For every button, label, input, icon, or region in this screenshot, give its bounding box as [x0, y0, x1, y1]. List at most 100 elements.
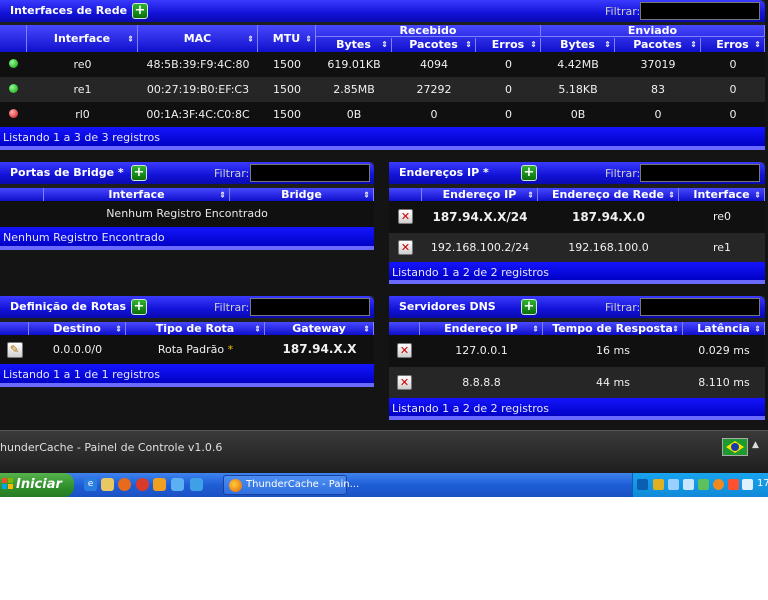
- routes-footer: Listando 1 a 1 de 1 registros: [0, 364, 374, 387]
- table-row[interactable]: re0 48:5B:39:F9:4C:80 1500 619.01KB 4094…: [0, 52, 765, 77]
- tray-arrow-icon[interactable]: [637, 479, 648, 490]
- delete-icon[interactable]: ✕: [398, 209, 413, 224]
- delete-icon[interactable]: ✕: [397, 343, 412, 358]
- cell-ip-address: 192.168.100.2/24: [430, 241, 530, 254]
- messenger-icon[interactable]: [190, 478, 203, 491]
- taskbar-window-button[interactable]: ThunderCache - Pain...: [223, 475, 359, 495]
- cell-dns-address: 127.0.0.1: [455, 344, 508, 357]
- col-destination[interactable]: Destino ⇕: [29, 322, 126, 335]
- security-shield-icon[interactable]: [653, 479, 664, 490]
- col-bridge[interactable]: Bridge ⇕: [230, 188, 374, 201]
- edit-icon[interactable]: ✎: [6, 342, 23, 358]
- cell-rx-packets: 4094: [420, 58, 448, 71]
- system-tray: 17:: [632, 473, 768, 497]
- add-interface-button[interactable]: +: [132, 3, 148, 19]
- network-icon[interactable]: [668, 479, 679, 490]
- desktop-icon[interactable]: [171, 478, 184, 491]
- cell-network-address: 192.168.100.0: [568, 241, 649, 254]
- display-icon[interactable]: [742, 479, 753, 490]
- cell-interface: rl0: [75, 108, 90, 121]
- interfaces-title: Interfaces de Rede: [10, 4, 128, 17]
- sort-icon: ⇕: [381, 40, 388, 49]
- interfaces-filter-input[interactable]: [640, 2, 760, 20]
- col-bridge-interface[interactable]: Interface ⇕: [44, 188, 230, 201]
- ie-icon[interactable]: e: [84, 478, 97, 491]
- table-row[interactable]: rl0 00:1A:3F:4C:C0:8C 1500 0B 0 0 0B 0 0: [0, 102, 765, 127]
- dns-title: Servidores DNS: [399, 300, 496, 313]
- col-rx-packets[interactable]: Pacotes ⇕: [392, 38, 476, 52]
- messenger-tray-icon[interactable]: [698, 479, 709, 490]
- cell-rx-packets: 27292: [416, 83, 452, 96]
- media-player-icon[interactable]: [153, 478, 166, 491]
- firefox-icon[interactable]: [118, 478, 131, 491]
- chrome-icon[interactable]: [136, 478, 149, 491]
- cell-rx-errors: 0: [505, 58, 512, 71]
- col-network-address[interactable]: Endereço de Rede ⇕: [538, 188, 679, 201]
- table-row[interactable]: ✕ 192.168.100.2/24 192.168.100.0 re1: [389, 233, 765, 262]
- bridge-header: Interface ⇕ Bridge ⇕: [0, 188, 374, 201]
- sort-icon: ⇕: [604, 40, 611, 49]
- col-gateway[interactable]: Gateway ⇕: [265, 322, 374, 335]
- start-button[interactable]: Iniciar: [0, 473, 74, 497]
- ip-filter-input[interactable]: [640, 164, 760, 182]
- update-icon[interactable]: [728, 479, 739, 490]
- table-row[interactable]: ✎ 0.0.0.0/0 Rota Padrão * 187.94.X.X: [0, 335, 374, 364]
- col-tx-packets[interactable]: Pacotes ⇕: [615, 38, 701, 52]
- dns-filter-input[interactable]: [640, 298, 760, 316]
- add-route-button[interactable]: +: [131, 299, 147, 315]
- col-mac[interactable]: MAC ⇕: [138, 25, 258, 52]
- antivirus-icon[interactable]: [713, 479, 724, 490]
- cell-ip-interface: re0: [712, 210, 732, 223]
- bridge-filter-input[interactable]: [250, 164, 370, 182]
- cell-interface: re1: [73, 83, 92, 96]
- cell-tx-errors: 0: [729, 83, 737, 96]
- col-rx-bytes[interactable]: Bytes ⇕: [316, 38, 392, 52]
- sort-icon: ⇕: [530, 40, 537, 49]
- cell-ip-interface: re1: [712, 241, 732, 254]
- cell-gateway: 187.94.X.X: [282, 342, 357, 356]
- col-rx-errors[interactable]: Erros ⇕: [476, 38, 541, 52]
- col-mtu[interactable]: MTU ⇕: [258, 25, 316, 52]
- bridge-footer: Nenhum Registro Encontrado: [0, 227, 374, 250]
- cell-response-time: 44 ms: [596, 376, 630, 389]
- dns-title-bar: Servidores DNS + Filtrar:: [389, 296, 765, 318]
- col-tx-bytes[interactable]: Bytes ⇕: [541, 38, 615, 52]
- volume-icon[interactable]: [683, 479, 694, 490]
- interfaces-panel: Interfaces de Rede + Filtrar: Interface ⇕…: [0, 0, 765, 150]
- table-row[interactable]: ✕ 187.94.X.X/24 187.94.X.0 re0: [389, 201, 765, 233]
- windows-taskbar: Iniciar e ThunderCache - Pain... 17:: [0, 473, 768, 497]
- cell-mac: 00:1A:3F:4C:C0:8C: [146, 108, 250, 121]
- delete-icon[interactable]: ✕: [397, 375, 412, 390]
- explorer-icon[interactable]: [101, 478, 114, 491]
- table-row[interactable]: ✕ 8.8.8.8 44 ms 8.110 ms: [389, 367, 765, 398]
- table-row[interactable]: re1 00:27:19:B0:EF:C3 1500 2.85MB 27292 …: [0, 77, 765, 102]
- col-ip-address[interactable]: Endereço IP ⇕: [422, 188, 538, 201]
- add-bridge-button[interactable]: +: [131, 165, 147, 181]
- ip-header: Endereço IP ⇕ Endereço de Rede ⇕ Interface…: [389, 188, 765, 201]
- bridge-filter-label: Filtrar:: [214, 167, 250, 180]
- sort-icon: ⇕: [465, 40, 472, 49]
- sort-icon: ⇕: [254, 324, 261, 333]
- table-row[interactable]: ✕ 127.0.0.1 16 ms 0.029 ms: [389, 335, 765, 367]
- col-response-time[interactable]: Tempo de Resposta ⇕: [543, 322, 683, 335]
- delete-icon[interactable]: ✕: [398, 240, 413, 255]
- cell-rx-bytes: 619.01KB: [327, 58, 381, 71]
- brazil-flag-icon[interactable]: [722, 438, 748, 456]
- routes-filter-input[interactable]: [250, 298, 370, 316]
- col-tx-errors[interactable]: Erros ⇕: [701, 38, 765, 52]
- cell-tx-bytes: 0B: [570, 108, 586, 121]
- col-dns-address[interactable]: Endereço IP ⇕: [420, 322, 543, 335]
- col-received-group: Recebido: [316, 25, 541, 37]
- add-ip-button[interactable]: +: [521, 165, 537, 181]
- add-dns-button[interactable]: +: [521, 299, 537, 315]
- sort-icon: ⇕: [672, 324, 679, 333]
- cell-network-address: 187.94.X.0: [571, 210, 646, 224]
- cell-rx-bytes: 2.85MB: [333, 83, 375, 96]
- col-route-type[interactable]: Tipo de Rota ⇕: [126, 322, 265, 335]
- col-interface[interactable]: Interface ⇕: [27, 25, 138, 52]
- col-latency[interactable]: Latência ⇕: [683, 322, 765, 335]
- sort-icon: ⇕: [363, 324, 370, 333]
- chevron-up-icon[interactable]: ▲: [752, 440, 759, 450]
- col-ip-interface[interactable]: Interface ⇕: [679, 188, 765, 201]
- interfaces-footer: Listando 1 a 3 de 3 registros: [0, 127, 765, 150]
